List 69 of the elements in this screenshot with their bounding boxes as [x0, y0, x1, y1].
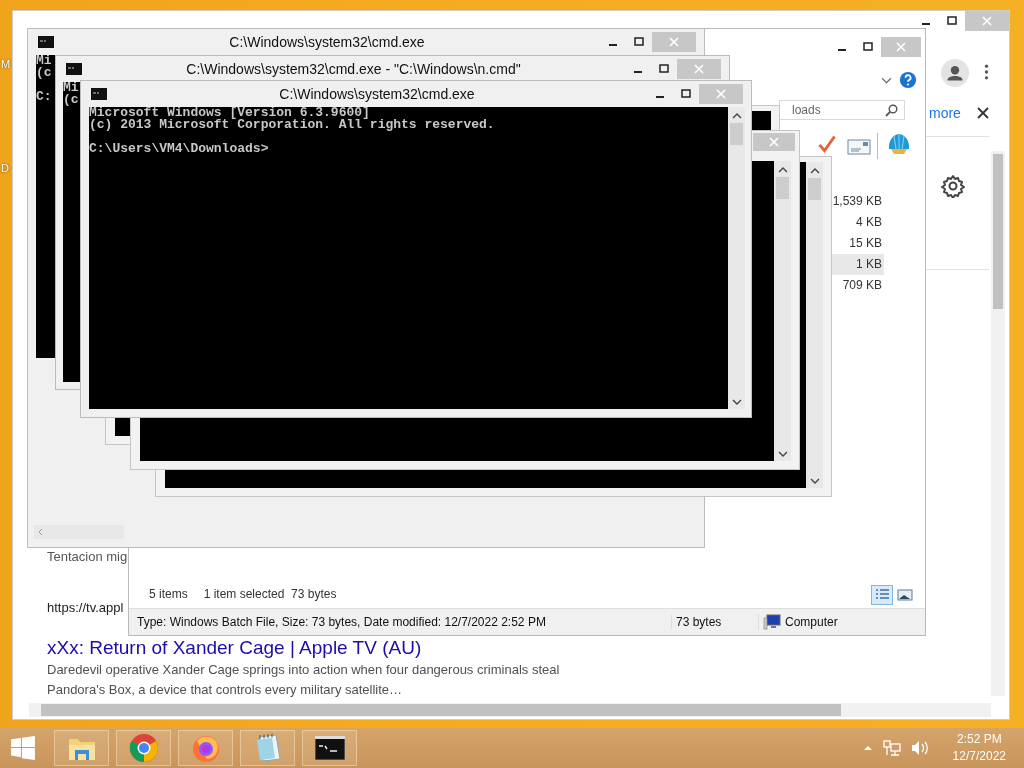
scroll-up-icon[interactable] [731, 113, 742, 119]
maximize-icon[interactable] [947, 16, 957, 26]
scrollbar[interactable] [991, 151, 1005, 696]
status-text: Computer [785, 615, 838, 629]
desktop-icon-label: M [1, 58, 11, 70]
more-link[interactable]: more [929, 105, 961, 121]
show-hidden-icons-icon[interactable] [862, 745, 873, 751]
scroll-down-icon[interactable] [731, 399, 742, 405]
scroll-down-icon[interactable] [809, 478, 820, 484]
firefox-icon [190, 733, 221, 763]
scrollbar[interactable] [34, 525, 124, 539]
scroll-thumb[interactable] [808, 178, 821, 200]
window-title: C:\Windows\system32\cmd.exe [278, 86, 476, 102]
file-size-cell[interactable]: 709 KB [832, 275, 884, 296]
shell-icon[interactable] [887, 133, 911, 155]
more-options-icon[interactable] [984, 63, 989, 81]
console-output: Mi (c [63, 82, 81, 382]
result-description: Daredevil operative Xander Cage springs into action when four dangerous criminals steal Pandora's Box, a device that controls every military satellite… [47, 661, 561, 699]
scrollbar[interactable] [29, 703, 991, 717]
scroll-up-icon[interactable] [777, 167, 788, 173]
result-title-link[interactable]: xXx: Return of Xander Cage | Apple TV (AU) [47, 637, 422, 658]
scrollbar[interactable] [774, 161, 791, 461]
scroll-thumb[interactable] [776, 177, 789, 199]
close-button[interactable] [753, 133, 795, 151]
maximize-icon[interactable] [634, 37, 644, 47]
result-url: https://tv.appl [47, 600, 124, 615]
file-size-cell[interactable]: 1 KB [832, 254, 884, 275]
console-output: Mi (c C: [36, 55, 56, 358]
network-icon[interactable] [882, 740, 901, 756]
window-title: C:\Windows\system32\cmd.exe [228, 34, 426, 50]
close-icon[interactable] [977, 107, 989, 119]
console-icon [91, 88, 107, 100]
taskbar-button[interactable] [302, 730, 357, 766]
scroll-thumb[interactable] [730, 123, 743, 145]
checkmark-icon[interactable] [817, 133, 837, 155]
search-field[interactable]: loads [779, 100, 905, 120]
maximize-icon[interactable] [681, 89, 691, 99]
item-count: 5 items [149, 587, 188, 601]
thumbnail-view-icon[interactable] [897, 589, 913, 601]
windows-logo-icon[interactable] [10, 735, 36, 761]
maximize-icon[interactable] [863, 42, 873, 52]
volume-icon[interactable] [910, 740, 929, 756]
file-size-cell[interactable]: 15 KB [832, 233, 884, 254]
console-icon [66, 63, 82, 75]
status-text: 73 bytes [671, 615, 758, 629]
settings-icon[interactable] [941, 174, 965, 198]
search-icon[interactable] [885, 103, 898, 117]
result-snippet: Tentacion mig [47, 549, 128, 564]
chrome-icon [128, 733, 159, 763]
chevron-down-icon[interactable] [881, 77, 892, 84]
console-output: Microsoft Windows [Version 6.3.9600] (c) 2013 Microsoft Corporation. All rights reserved. C:\Users\VM4\Downloads> [89, 107, 728, 409]
file-size-cell[interactable]: 1,539 KB [832, 191, 884, 212]
file-size-cell[interactable]: 4 KB [832, 212, 884, 233]
desktop-icon-label: D [1, 162, 9, 174]
console-icon [38, 36, 54, 48]
envelope-icon[interactable] [847, 139, 871, 155]
scroll-up-icon[interactable] [809, 168, 820, 174]
scroll-left-icon[interactable] [38, 528, 43, 536]
scrollbar[interactable] [806, 162, 823, 488]
window-title: C:\Windows\system32\cmd.exe - "C:\Windows\n.cmd" [185, 61, 522, 77]
scrollbar[interactable] [728, 107, 745, 409]
status-text: Type: Windows Batch File, Size: 73 bytes, Date modified: 12/7/2022 2:52 PM [137, 615, 547, 629]
computer-icon [763, 614, 781, 630]
console-icon [314, 736, 345, 760]
selection-info: 1 item selected 73 bytes [203, 587, 337, 601]
maximize-icon[interactable] [659, 64, 669, 74]
help-icon[interactable] [899, 71, 917, 89]
avatar-icon[interactable] [941, 59, 969, 87]
scroll-down-icon[interactable] [777, 451, 788, 457]
